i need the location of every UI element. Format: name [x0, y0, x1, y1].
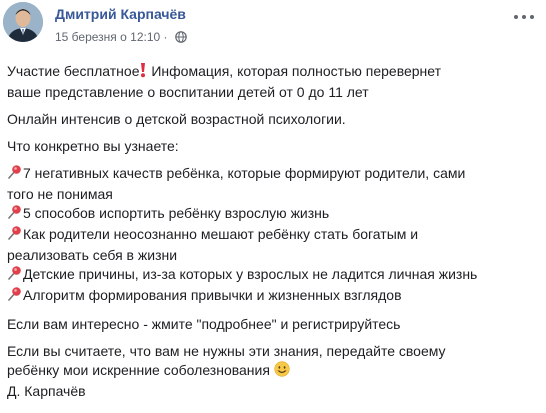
intro-info-text: Инфомация, которая полностью перевернет	[147, 63, 442, 79]
closing-line-1: Если вы считаете, что вам не нужны эти з…	[7, 343, 446, 359]
post-paragraph-register: Если вам интересно - жмите "подробнее" и…	[7, 316, 401, 332]
list-item-text: Алгоритм формирования привычки и жизненн…	[23, 287, 402, 303]
intro-line-1: Участие бесплатное Инфомация, которая по…	[7, 62, 537, 83]
post-body: Участие бесплатное Инфомация, которая по…	[7, 62, 537, 409]
pushpin-icon	[7, 225, 23, 246]
author-avatar[interactable]	[3, 2, 43, 42]
list-item: Алгоритм формирования привычки и жизненн…	[7, 286, 537, 307]
intro-free-text: Участие бесплатное	[7, 63, 140, 79]
list-item-continuation: реализовать себя в жизни	[7, 247, 178, 263]
more-options-icon[interactable]	[512, 10, 536, 24]
author-name[interactable]: Дмитрий Карпачёв	[55, 6, 186, 22]
list-item-text: Как родители неосознанно мешают ребёнку …	[23, 226, 419, 242]
post-meta: 15 березня о 12:10 ·	[55, 30, 187, 46]
post-paragraph-intro: Участие бесплатное Инфомация, которая по…	[7, 62, 537, 102]
list-item: 7 негативных качеств ребёнка, которые фо…	[7, 164, 537, 185]
globe-icon[interactable]	[175, 31, 187, 46]
pushpin-icon	[7, 265, 23, 286]
list-item-continuation: того не понимая	[7, 186, 113, 202]
list-item-text: Детские причины, из-за которых у взрослы…	[23, 266, 478, 282]
post-paragraph-closing: Если вы считаете, что вам не нужны эти з…	[7, 342, 537, 401]
list-item-text: 7 негативных качеств ребёнка, которые фо…	[23, 165, 466, 181]
post-header: Дмитрий Карпачёв 15 березня о 12:10 ·	[0, 0, 546, 56]
post-paragraph-intensive: Онлайн интенсив о детской возрастной пси…	[7, 111, 346, 127]
closing-line-2: ребёнку мои искренние соболезнования	[7, 361, 537, 382]
pushpin-icon	[7, 204, 23, 225]
list-item: 5 способов испортить ребёнку взрослую жи…	[7, 204, 537, 225]
list-item: Как родители неосознанно мешают ребёнку …	[7, 225, 537, 246]
pushpin-icon	[7, 286, 23, 307]
post-paragraph-learn: Что конкретно вы узнаете:	[7, 138, 179, 154]
intro-line-2: ваше представление о воспитании детей от…	[7, 84, 369, 100]
pushpin-icon	[7, 164, 23, 185]
closing-line-2-text: ребёнку мои искренние соболезнования	[7, 362, 274, 378]
list-item: Детские причины, из-за которых у взрослы…	[7, 265, 537, 286]
smiling-face-icon	[274, 361, 290, 382]
post-list: 7 негативных качеств ребёнка, которые фо…	[7, 164, 537, 307]
post-timestamp[interactable]: 15 березня о 12:10 ·	[55, 30, 168, 44]
signature: Д. Карпачёв	[7, 383, 86, 399]
facebook-post: Дмитрий Карпачёв 15 березня о 12:10 · Уч…	[0, 0, 546, 413]
list-item-text: 5 способов испортить ребёнку взрослую жи…	[23, 205, 330, 221]
